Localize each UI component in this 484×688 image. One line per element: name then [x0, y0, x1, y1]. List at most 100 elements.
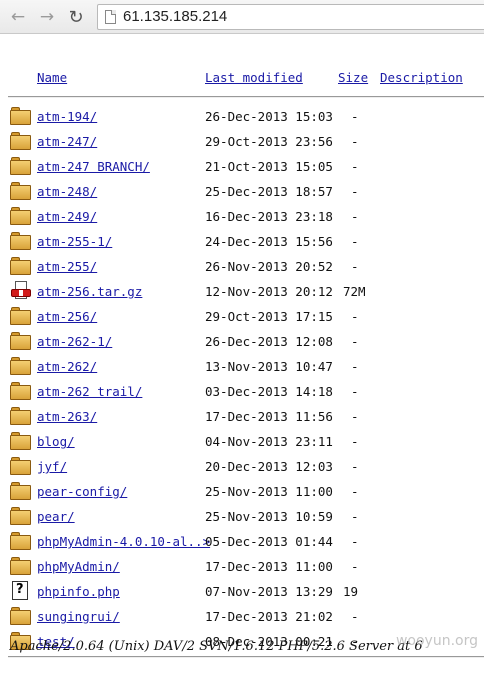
- entry-modified: 03-Dec-2013 14:18: [205, 384, 333, 399]
- folder-icon[interactable]: [10, 181, 31, 200]
- entry-link[interactable]: atm-263/: [37, 409, 97, 424]
- entry-link[interactable]: atm-248/: [37, 184, 97, 199]
- entry-link[interactable]: atm-247 BRANCH/: [37, 159, 150, 174]
- entry-link[interactable]: atm-262-1/: [37, 334, 112, 349]
- entry-link[interactable]: atm-262/: [37, 359, 97, 374]
- entry-size: 19: [343, 584, 359, 599]
- entry-link[interactable]: atm-247/: [37, 134, 97, 149]
- entry-size: -: [351, 484, 359, 499]
- back-arrow-icon[interactable]: ←: [7, 6, 29, 28]
- list-item: atm-248/25-Dec-2013 18:57 -: [0, 179, 484, 204]
- folder-icon[interactable]: [10, 156, 31, 175]
- entry-size: -: [351, 509, 359, 524]
- folder-icon[interactable]: [10, 306, 31, 325]
- column-header-size[interactable]: Size: [338, 70, 368, 85]
- entry-modified: 25-Nov-2013 11:00: [205, 484, 333, 499]
- folder-icon[interactable]: [10, 256, 31, 275]
- list-item: phpMyAdmin/17-Dec-2013 11:00 -: [0, 554, 484, 579]
- list-item: sungingrui/17-Dec-2013 21:02 -: [0, 604, 484, 629]
- address-url[interactable]: 61.135.185.214: [123, 8, 227, 25]
- entry-size: -: [351, 309, 359, 324]
- entry-modified: 21-Oct-2013 15:05: [205, 159, 333, 174]
- list-item: phpMyAdmin-4.0.10-al..> 05-Dec-2013 01:44…: [0, 529, 484, 554]
- entry-size: -: [351, 109, 359, 124]
- folder-icon[interactable]: [10, 206, 31, 225]
- folder-icon[interactable]: [10, 431, 31, 450]
- entry-link[interactable]: jyf/: [37, 459, 67, 474]
- list-item: ? phpinfo.php 07-Nov-2013 13:29 19: [0, 579, 484, 604]
- list-item: atm-262-1/26-Dec-2013 12:08 -: [0, 329, 484, 354]
- entry-link[interactable]: atm-255/: [37, 259, 97, 274]
- entry-modified: 20-Dec-2013 12:03: [205, 459, 333, 474]
- entry-link[interactable]: atm-262 trail/: [37, 384, 142, 399]
- folder-icon[interactable]: [10, 406, 31, 425]
- entry-size: -: [351, 234, 359, 249]
- folder-icon[interactable]: [10, 131, 31, 150]
- directory-listing: Name Last modified Size Description atm-…: [0, 34, 484, 688]
- entry-modified: 25-Nov-2013 10:59: [205, 509, 333, 524]
- entry-size: -: [351, 534, 359, 549]
- entry-modified: 13-Nov-2013 10:47: [205, 359, 333, 374]
- entry-size: -: [351, 459, 359, 474]
- list-item: atm-262/13-Nov-2013 10:47 -: [0, 354, 484, 379]
- entry-size: -: [351, 184, 359, 199]
- folder-icon[interactable]: [10, 331, 31, 350]
- list-item: jyf/20-Dec-2013 12:03 -: [0, 454, 484, 479]
- folder-icon[interactable]: [10, 106, 31, 125]
- entry-size: -: [351, 134, 359, 149]
- server-signature: Apache/2.0.64 (Unix) DAV/2 SVN/1.6.12 PH…: [10, 639, 423, 654]
- entry-link[interactable]: atm-249/: [37, 209, 97, 224]
- header-divider: [8, 96, 484, 98]
- folder-icon[interactable]: [10, 456, 31, 475]
- footer-divider: [8, 656, 484, 658]
- entry-modified: 29-Oct-2013 23:56: [205, 134, 333, 149]
- list-item: atm-262 trail/03-Dec-2013 14:18 -: [0, 379, 484, 404]
- entry-link[interactable]: pear-config/: [37, 484, 127, 499]
- entry-link[interactable]: phpMyAdmin-4.0.10-al..>: [37, 534, 210, 549]
- folder-icon[interactable]: [10, 481, 31, 500]
- entry-link[interactable]: sungingrui/: [37, 609, 120, 624]
- list-item: atm-247/29-Oct-2013 23:56 -: [0, 129, 484, 154]
- list-item: pear-config/25-Nov-2013 11:00 -: [0, 479, 484, 504]
- folder-icon[interactable]: [10, 506, 31, 525]
- page-icon: [105, 10, 116, 24]
- list-item: pear/25-Nov-2013 10:59 -: [0, 504, 484, 529]
- entry-modified: 25-Dec-2013 18:57: [205, 184, 333, 199]
- entry-link[interactable]: blog/: [37, 434, 75, 449]
- entry-link[interactable]: phpMyAdmin/: [37, 559, 120, 574]
- browser-toolbar: ← → ↻ 61.135.185.214: [0, 0, 484, 34]
- entry-link[interactable]: atm-256.tar.gz: [37, 284, 142, 299]
- entry-modified: 17-Dec-2013 11:56: [205, 409, 333, 424]
- entry-link[interactable]: phpinfo.php: [37, 584, 120, 599]
- entry-modified: 17-Dec-2013 21:02: [205, 609, 333, 624]
- unknown-file-icon[interactable]: ?: [10, 581, 31, 600]
- folder-icon[interactable]: [10, 606, 31, 625]
- entry-modified: 04-Nov-2013 23:11: [205, 434, 333, 449]
- folder-icon[interactable]: [10, 231, 31, 250]
- entry-modified: 12-Nov-2013 20:12: [205, 284, 333, 299]
- list-item: atm-194/26-Dec-2013 15:03 -: [0, 104, 484, 129]
- address-bar[interactable]: 61.135.185.214: [97, 4, 484, 30]
- folder-icon[interactable]: [10, 356, 31, 375]
- folder-icon[interactable]: [10, 556, 31, 575]
- folder-icon[interactable]: [10, 381, 31, 400]
- folder-icon[interactable]: [10, 531, 31, 550]
- entry-size: -: [351, 384, 359, 399]
- archive-icon[interactable]: [10, 281, 31, 300]
- column-header-description[interactable]: Description: [380, 70, 463, 85]
- entry-link[interactable]: atm-194/: [37, 109, 97, 124]
- entry-size: -: [351, 434, 359, 449]
- column-header-name[interactable]: Name: [37, 70, 67, 85]
- list-item: atm-256/29-Oct-2013 17:15 -: [0, 304, 484, 329]
- entry-size: -: [351, 334, 359, 349]
- column-header-last-modified[interactable]: Last modified: [205, 70, 303, 85]
- list-item: atm-255-1/24-Dec-2013 15:56 -: [0, 229, 484, 254]
- entry-link[interactable]: atm-255-1/: [37, 234, 112, 249]
- list-item: atm-255/26-Nov-2013 20:52 -: [0, 254, 484, 279]
- entry-link[interactable]: atm-256/: [37, 309, 97, 324]
- forward-arrow-icon[interactable]: →: [36, 6, 58, 28]
- entry-modified: 26-Dec-2013 12:08: [205, 334, 333, 349]
- entry-size: -: [351, 409, 359, 424]
- entry-link[interactable]: pear/: [37, 509, 75, 524]
- reload-icon[interactable]: ↻: [65, 6, 87, 28]
